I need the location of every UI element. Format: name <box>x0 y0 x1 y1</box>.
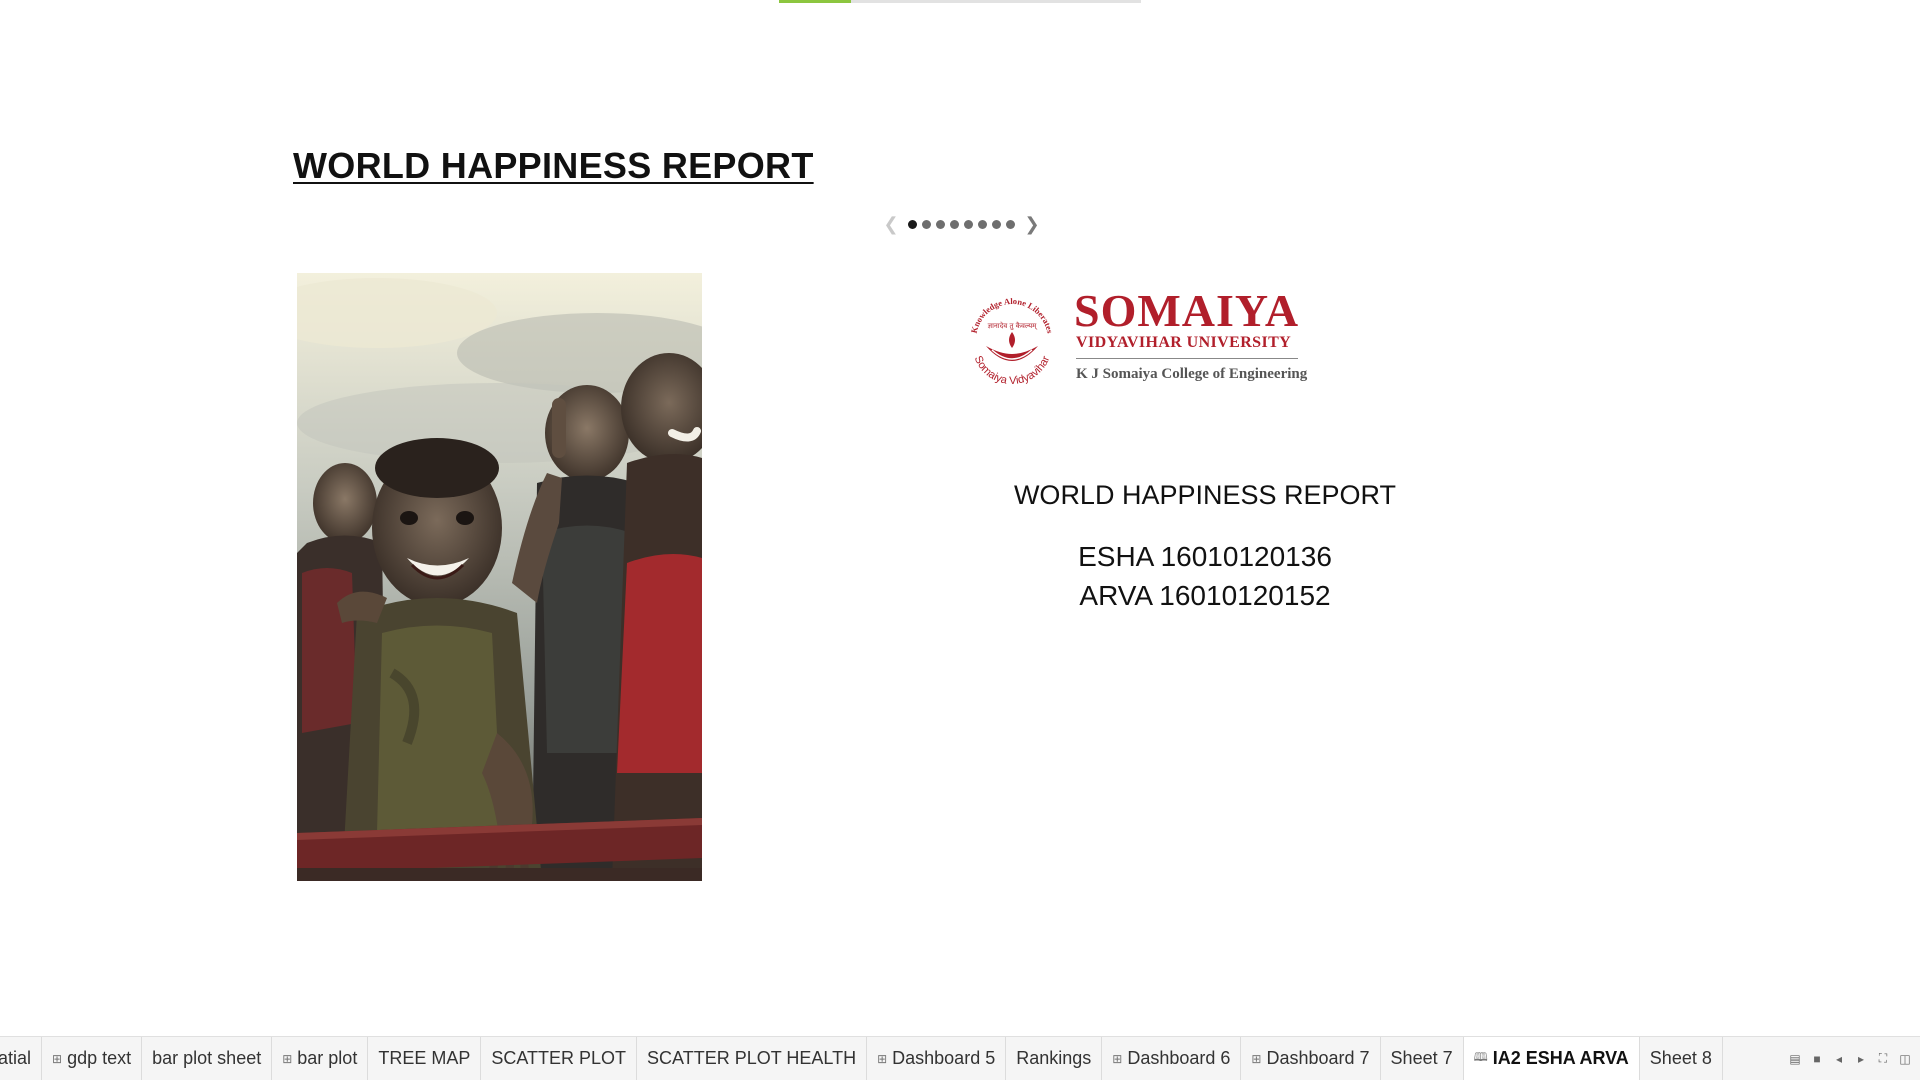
logo-university-subtitle: VIDYAVIHAR UNIVERSITY <box>1076 334 1292 351</box>
somaiya-emblem-icon: Knowledge Alone Liberates Somaiya Vidyav… <box>969 296 1056 387</box>
sheet-tab[interactable]: Sheet 7 <box>1381 1037 1464 1080</box>
show-tabs-icon[interactable]: ■ <box>1810 1052 1824 1066</box>
story-point-dot[interactable] <box>908 219 917 229</box>
sheet-tab-label: gdp text <box>67 1048 132 1068</box>
dashboard-icon: ⊞ <box>877 1051 888 1066</box>
sheet-tab[interactable]: ⊞ Dashboard 7 <box>1241 1037 1381 1080</box>
scroll-right-icon[interactable]: ▸ <box>1854 1052 1868 1066</box>
somaiya-logo: Knowledge Alone Liberates Somaiya Vidyav… <box>962 286 1362 391</box>
sheet-tab[interactable]: SCATTER PLOT HEALTH <box>637 1037 868 1080</box>
story-point-dot[interactable] <box>936 219 945 229</box>
chevron-left-icon[interactable]: ❮ <box>882 214 900 234</box>
chevron-right-icon[interactable]: ❯ <box>1023 214 1041 234</box>
sheet-tab-label: SCATTER PLOT HEALTH <box>647 1048 857 1068</box>
story-progress-bar <box>779 0 1141 3</box>
sheet-tab-label: Dashboard 6 <box>1127 1048 1231 1068</box>
logo-college-name: K J Somaiya College of Engineering <box>1076 366 1308 382</box>
dashboard-icon: ⊞ <box>1251 1051 1262 1066</box>
sheet-tab-label: IA2 ESHA ARVA <box>1492 1048 1629 1068</box>
sheet-tab-label: bar plot sheet <box>152 1048 262 1068</box>
presentation-icon[interactable]: ◫ <box>1898 1052 1912 1066</box>
sheet-tab[interactable]: Rankings <box>1006 1037 1103 1080</box>
story-point-dot[interactable] <box>978 219 987 229</box>
sheet-tab[interactable]: Sheet 8 <box>1640 1037 1723 1080</box>
scroll-left-icon[interactable]: ◂ <box>1832 1052 1846 1066</box>
story-progress-fill <box>779 0 852 3</box>
tab-bar-controls: ▤ ■ ◂ ▸ ⛶ ◫ <box>1788 1037 1912 1080</box>
sheet-tab[interactable]: TREE MAP <box>368 1037 482 1080</box>
sheet-tab-label: atial <box>0 1048 32 1068</box>
sheet-tab-label: Sheet 7 <box>1390 1048 1453 1068</box>
story-point-dot[interactable] <box>950 219 959 229</box>
story-point-navigator: ❮ ❯ <box>882 214 1041 234</box>
dashboard-icon: ⊞ <box>52 1051 63 1066</box>
sheet-tab[interactable]: atial <box>0 1037 43 1080</box>
sheet-tab[interactable]: ⊞ bar plot <box>272 1037 369 1080</box>
story-point-dot[interactable] <box>1006 219 1015 229</box>
sheet-tab-label: TREE MAP <box>378 1048 471 1068</box>
sheet-tab-label: Dashboard 7 <box>1266 1048 1370 1068</box>
story-canvas: WORLD HAPPINESS REPORT ❮ ❯ Knowledge Alo… <box>0 0 1920 1080</box>
logo-university-name: SOMAIYA <box>1074 285 1300 336</box>
sheet-tab[interactable]: bar plot sheet <box>142 1037 273 1080</box>
sheet-tab[interactable]: ⊞ Dashboard 6 <box>1102 1037 1242 1080</box>
sheet-tab[interactable]: 🕮 IA2 ESHA ARVA <box>1463 1037 1640 1080</box>
sheet-tab-label: Rankings <box>1016 1048 1092 1068</box>
sheet-tab[interactable]: ⊞ Dashboard 5 <box>867 1037 1007 1080</box>
show-filmstrip-icon[interactable]: ▤ <box>1788 1052 1802 1066</box>
sheet-tab-label: SCATTER PLOT <box>491 1048 627 1068</box>
story-point-dot[interactable] <box>964 219 973 229</box>
sheet-tab-label: Sheet 8 <box>1649 1048 1712 1068</box>
story-title: WORLD HAPPINESS REPORT <box>293 145 814 186</box>
info-title: WORLD HAPPINESS REPORT <box>1013 480 1397 510</box>
sheet-tabs: atial ⊞ gdp text bar plot sheet ⊞ bar plot TRE… <box>0 1037 1723 1080</box>
student-line-esha: ESHA 16010120136 <box>1078 541 1332 572</box>
story-point-dot[interactable] <box>922 219 931 229</box>
sheet-tab[interactable]: SCATTER PLOT <box>481 1037 638 1080</box>
smiling-children-photo <box>297 273 702 881</box>
sheet-tab-bar: atial ⊞ gdp text bar plot sheet ⊞ bar plot TRE… <box>0 1036 1920 1080</box>
sheet-tab-label: Dashboard 5 <box>892 1048 996 1068</box>
story-icon: 🕮 <box>1473 1050 1488 1064</box>
dashboard-icon: ⊞ <box>1112 1051 1123 1066</box>
svg-text:ज्ञानादेव तु कैवल्यम्: ज्ञानादेव तु कैवल्यम् <box>988 321 1038 330</box>
student-line-arva: ARVA 16010120152 <box>1079 580 1331 611</box>
sheet-tab[interactable]: ⊞ gdp text <box>42 1037 143 1080</box>
story-point-dots <box>908 219 1015 229</box>
fullscreen-icon[interactable]: ⛶ <box>1876 1051 1890 1066</box>
logo-divider <box>1076 358 1298 359</box>
story-point-dot[interactable] <box>992 219 1001 229</box>
dashboard-icon: ⊞ <box>282 1051 293 1066</box>
sheet-tab-label: bar plot <box>297 1048 358 1068</box>
